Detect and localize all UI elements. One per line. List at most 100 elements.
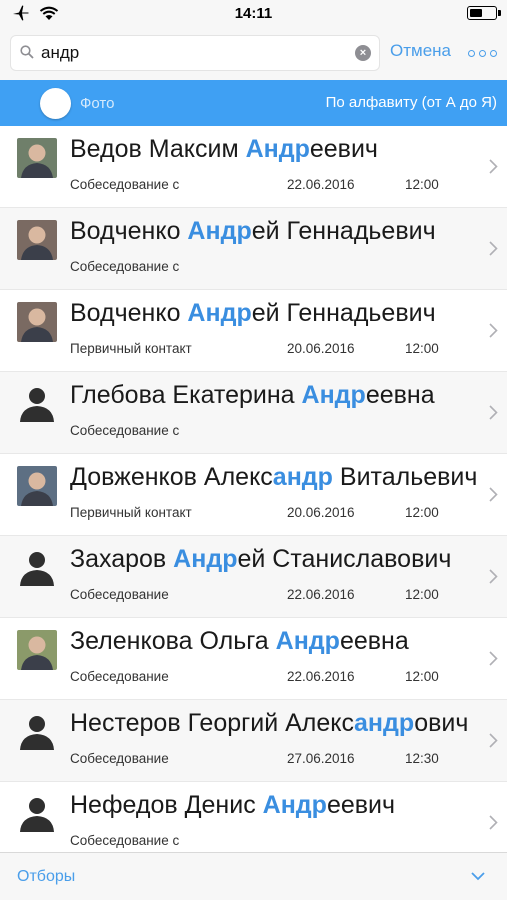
contact-row[interactable]: Глебова Екатерина Андреевна Собеседование…: [0, 372, 507, 454]
clear-search-icon[interactable]: ×: [355, 45, 371, 61]
contact-name: Нестеров Георгий Александрович: [70, 709, 480, 738]
contact-time: 12:00: [405, 177, 439, 192]
contact-name-text: Ведов Максим: [70, 135, 246, 163]
contact-time: 12:00: [405, 587, 439, 602]
contact-stage: Собеседование: [70, 587, 169, 602]
contact-stage: Собеседование с: [70, 259, 180, 274]
sort-order-selector[interactable]: По алфавиту (от А до Я): [326, 94, 497, 111]
contact-name-text: Водченко: [70, 299, 188, 327]
person-icon: [17, 794, 57, 834]
contact-stage: Собеседование: [70, 751, 169, 766]
contact-name-text: Водченко: [70, 217, 188, 245]
person-icon: [17, 384, 57, 424]
avatar: [17, 466, 57, 506]
contact-name-text: Глебова Екатерина: [70, 381, 302, 409]
contact-row[interactable]: Ведов Максим Андреевич Собеседование с 22.…: [0, 126, 507, 208]
contact-date: 20.06.2016: [287, 505, 355, 520]
contact-time: 12:00: [405, 669, 439, 684]
battery-icon: [467, 6, 501, 20]
contact-name-text: Витальевич: [332, 463, 478, 491]
search-match-highlight: Андр: [187, 217, 252, 245]
chevron-right-icon: [489, 651, 498, 671]
contact-stage: Собеседование с: [70, 833, 180, 848]
contact-date: 22.06.2016: [287, 669, 355, 684]
search-input[interactable]: [41, 36, 341, 70]
avatar: [17, 302, 57, 342]
contact-stage: Первичный контакт: [70, 505, 192, 520]
cancel-button[interactable]: Отмена: [390, 41, 451, 61]
contact-time: 12:00: [405, 505, 439, 520]
chevron-right-icon: [489, 733, 498, 753]
search-icon: [20, 45, 34, 59]
more-options-icon[interactable]: [468, 50, 497, 57]
contact-name-text: Нестеров Георгий Алекс: [70, 709, 355, 737]
contact-row[interactable]: Зеленкова Ольга Андреевна Собеседование 22…: [0, 618, 507, 700]
contact-name-text: еевич: [326, 791, 396, 819]
contact-name-text: ей Геннадьевич: [251, 299, 436, 327]
contact-stage: Собеседование: [70, 669, 169, 684]
contact-name: Захаров Андрей Станиславович: [70, 545, 480, 574]
search-match-highlight: Андр: [173, 545, 238, 573]
bottom-bar: Отборы: [0, 852, 507, 900]
contact-row[interactable]: Довженков Александр Витальевич Первичный …: [0, 454, 507, 536]
chevron-right-icon: [489, 159, 498, 179]
contact-name-text: еевна: [365, 381, 435, 409]
chevron-right-icon: [489, 487, 498, 507]
search-match-highlight: Андр: [275, 627, 340, 655]
status-time: 14:11: [234, 5, 273, 22]
contact-name-text: Зеленкова Ольга: [70, 627, 276, 655]
contact-stage: Собеседование с: [70, 177, 180, 192]
contact-date: 22.06.2016: [287, 177, 355, 192]
contact-list: Ведов Максим Андреевич Собеседование с 22.…: [0, 126, 507, 864]
person-icon: [17, 712, 57, 752]
contact-stage: Первичный контакт: [70, 341, 192, 356]
status-bar: 14:11: [0, 0, 507, 30]
contact-row[interactable]: Водченко Андрей Геннадьевич Собеседование…: [0, 208, 507, 290]
search-match-highlight: андр: [354, 709, 415, 737]
chevron-down-icon[interactable]: [471, 872, 485, 881]
contact-date: 22.06.2016: [287, 587, 355, 602]
filter-bar: Фото По алфавиту (от А до Я): [0, 80, 507, 126]
contact-name: Довженков Александр Витальевич: [70, 463, 480, 492]
contact-name: Водченко Андрей Геннадьевич: [70, 217, 480, 246]
contact-row[interactable]: Нестеров Георгий Александрович Собеседова…: [0, 700, 507, 782]
avatar: [17, 138, 57, 178]
contact-row[interactable]: Водченко Андрей Геннадьевич Первичный кон…: [0, 290, 507, 372]
contact-name-text: ей Геннадьевич: [251, 217, 436, 245]
contact-name-text: ей Станиславович: [237, 545, 452, 573]
person-icon: [17, 548, 57, 588]
contact-date: 27.06.2016: [287, 751, 355, 766]
contact-name-text: еевич: [309, 135, 378, 163]
photo-toggle[interactable]: [40, 88, 71, 119]
chevron-right-icon: [489, 323, 498, 343]
contact-row[interactable]: Захаров Андрей Станиславович Собеседовани…: [0, 536, 507, 618]
search-bar: × Отмена: [0, 30, 507, 80]
contact-name: Ведов Максим Андреевич: [70, 135, 480, 164]
contact-stage: Собеседование с: [70, 423, 180, 438]
search-box[interactable]: ×: [10, 35, 380, 71]
chevron-right-icon: [489, 405, 498, 425]
search-match-highlight: Андр: [301, 381, 366, 409]
contact-time: 12:00: [405, 341, 439, 356]
search-match-highlight: Андр: [187, 299, 252, 327]
contact-name-text: еевна: [339, 627, 409, 655]
search-match-highlight: Андр: [262, 791, 327, 819]
contact-name-text: ович: [414, 709, 469, 737]
contact-name-text: Довженков Алекс: [70, 463, 273, 491]
contact-name-text: Нефедов Денис: [70, 791, 263, 819]
photo-toggle-label: Фото: [80, 95, 115, 112]
filters-button[interactable]: Отборы: [17, 868, 75, 886]
chevron-right-icon: [489, 815, 498, 835]
contact-name-text: Захаров: [70, 545, 174, 573]
contact-name: Зеленкова Ольга Андреевна: [70, 627, 480, 656]
contact-date: 20.06.2016: [287, 341, 355, 356]
avatar: [17, 220, 57, 260]
chevron-right-icon: [489, 569, 498, 589]
search-match-highlight: Андр: [245, 135, 310, 163]
contact-name: Водченко Андрей Геннадьевич: [70, 299, 480, 328]
search-match-highlight: андр: [272, 463, 333, 491]
contact-name: Нефедов Денис Андреевич: [70, 791, 480, 820]
contact-name: Глебова Екатерина Андреевна: [70, 381, 480, 410]
contact-time: 12:30: [405, 751, 439, 766]
avatar: [17, 630, 57, 670]
